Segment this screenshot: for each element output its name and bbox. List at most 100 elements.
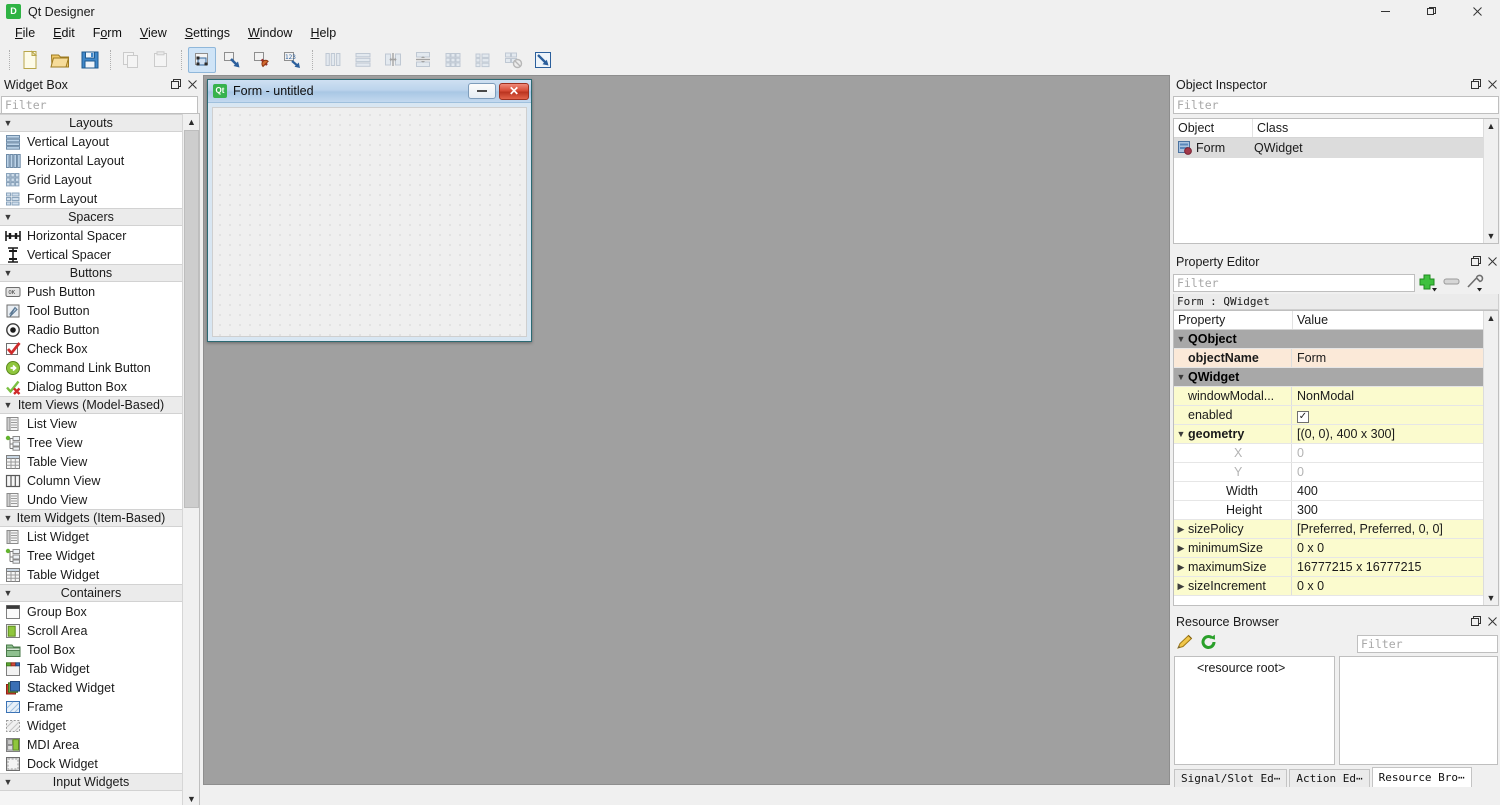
oi-scroll-down-icon[interactable]: ▼	[1487, 229, 1496, 243]
property-row-qobject[interactable]: ▼ QObject	[1174, 330, 1498, 349]
widget-box-item-tab-widget[interactable]: Tab Widget	[0, 659, 182, 678]
property-value[interactable]: ✓	[1292, 408, 1498, 423]
widget-box-scrollbar[interactable]: ▲ ▼	[182, 114, 199, 805]
property-value[interactable]: 400	[1292, 484, 1498, 498]
widget-box-item-undo-view[interactable]: Undo View	[0, 490, 182, 509]
pencil-edit-icon[interactable]	[1176, 634, 1194, 653]
property-row-qwidget[interactable]: ▼ QWidget	[1174, 368, 1498, 387]
add-property-button[interactable]	[1419, 273, 1439, 292]
widget-box-item-mdi-area[interactable]: MDI Area	[0, 735, 182, 754]
property-value[interactable]: 0 x 0	[1292, 541, 1498, 555]
toolbar-button-edit-tab-order[interactable]: 123	[278, 47, 306, 73]
widget-box-item-horizontal-spacer[interactable]: Horizontal Spacer	[0, 226, 182, 245]
chevron-right-icon[interactable]: ▶	[1174, 543, 1188, 554]
bottom-tab-signal-slot-editor[interactable]: Signal/Slot Ed⋯	[1174, 769, 1288, 787]
widget-box-close-button[interactable]	[184, 77, 200, 93]
window-minimize-button[interactable]	[1362, 0, 1408, 23]
resource-browser-float-button[interactable]	[1468, 614, 1484, 630]
chevron-right-icon[interactable]: ▶	[1174, 524, 1188, 535]
toolbar-button-edit-buddies[interactable]	[248, 47, 276, 73]
property-value[interactable]: NonModal	[1292, 389, 1498, 403]
form-canvas[interactable]	[212, 107, 527, 337]
widget-box-item-column-view[interactable]: Column View	[0, 471, 182, 490]
property-row-sizeincrement[interactable]: ▶ sizeIncrement 0 x 0	[1174, 577, 1498, 596]
widget-box-category-spacers[interactable]: ▼ Spacers	[0, 208, 182, 226]
widget-box-item-tree-view[interactable]: Tree View	[0, 433, 182, 452]
widget-box-item-check-box[interactable]: Check Box	[0, 339, 182, 358]
configure-property-button[interactable]	[1465, 273, 1485, 292]
widget-box-item-dialog-button-box[interactable]: Dialog Button Box	[0, 377, 182, 396]
object-inspector-scrollbar[interactable]: ▲ ▼	[1483, 119, 1498, 243]
object-inspector-filter-input[interactable]: Filter	[1173, 96, 1499, 114]
widget-box-item-dock-widget[interactable]: Dock Widget	[0, 754, 182, 773]
chevron-right-icon[interactable]: ▶	[1174, 562, 1188, 573]
remove-property-button[interactable]	[1443, 273, 1461, 292]
toolbar-button-edit-signals-slots[interactable]	[218, 47, 246, 73]
property-value[interactable]: 300	[1292, 503, 1498, 517]
chevron-down-icon[interactable]: ▼	[0, 513, 16, 523]
widget-box-item-table-widget[interactable]: Table Widget	[0, 565, 182, 584]
column-header-class[interactable]: Class	[1252, 119, 1498, 137]
chevron-right-icon[interactable]: ▶	[1174, 581, 1188, 592]
property-row-x[interactable]: X0	[1174, 444, 1498, 463]
column-header-value[interactable]: Value	[1292, 311, 1498, 329]
chevron-down-icon[interactable]: ▼	[0, 400, 16, 410]
property-editor-float-button[interactable]	[1468, 254, 1484, 270]
menu-item-file[interactable]: File	[6, 24, 44, 43]
widget-box-item-form-layout[interactable]: Form Layout	[0, 189, 182, 208]
property-editor-table[interactable]: Property Value ▼ QObject objectName Form ▼ QW…	[1173, 310, 1499, 606]
chevron-down-icon[interactable]: ▼	[1174, 372, 1188, 382]
widget-box-filter-input[interactable]: Filter	[1, 96, 198, 114]
object-inspector-row[interactable]: Form QWidget	[1174, 138, 1498, 158]
object-inspector-float-button[interactable]	[1468, 77, 1484, 93]
resource-preview-pane[interactable]	[1339, 656, 1498, 765]
widget-box-item-scroll-area[interactable]: Scroll Area	[0, 621, 182, 640]
bottom-tab-resource-browser[interactable]: Resource Bro⋯	[1371, 767, 1472, 787]
property-row-minimumsize[interactable]: ▶ minimumSize 0 x 0	[1174, 539, 1498, 558]
window-maximize-button[interactable]	[1408, 0, 1454, 23]
widget-box-item-push-button[interactable]: OK Push Button	[0, 282, 182, 301]
resource-browser-filter-input[interactable]: Filter	[1357, 634, 1498, 653]
menu-item-settings[interactable]: Settings	[176, 24, 239, 43]
property-value[interactable]: [(0, 0), 400 x 300]	[1292, 427, 1498, 441]
property-row-geometry[interactable]: ▼ geometry [(0, 0), 400 x 300]	[1174, 425, 1498, 444]
widget-box-item-frame[interactable]: Frame	[0, 697, 182, 716]
property-value[interactable]: 0	[1292, 465, 1498, 479]
bottom-tab-action-editor[interactable]: Action Ed⋯	[1289, 769, 1370, 787]
widget-box-scroll-up-icon[interactable]: ▲	[183, 114, 199, 129]
property-row-maximumsize[interactable]: ▶ maximumSize 16777215 x 16777215	[1174, 558, 1498, 577]
menu-item-help[interactable]: Help	[301, 24, 345, 43]
widget-box-category-layouts[interactable]: ▼ Layouts	[0, 114, 182, 132]
toolbar-button-save-form[interactable]	[76, 47, 104, 73]
form-minimize-button[interactable]	[468, 83, 496, 99]
pe-scroll-up-icon[interactable]: ▲	[1487, 311, 1496, 325]
reload-icon[interactable]	[1200, 634, 1218, 653]
oi-scroll-up-icon[interactable]: ▲	[1487, 119, 1496, 133]
property-row-height[interactable]: Height 300	[1174, 501, 1498, 520]
property-row-windowmodal[interactable]: windowModal... NonModal	[1174, 387, 1498, 406]
widget-box-category-item-widgets-item-based[interactable]: ▼ Item Widgets (Item-Based)	[0, 509, 182, 527]
resource-tree-pane[interactable]: <resource root>	[1174, 656, 1335, 765]
property-row-enabled[interactable]: enabled ✓	[1174, 406, 1498, 425]
chevron-down-icon[interactable]: ▼	[0, 118, 16, 128]
column-header-property[interactable]: Property	[1174, 311, 1292, 329]
widget-box-scroll-down-icon[interactable]: ▼	[183, 791, 199, 805]
form-close-button[interactable]: ✕	[499, 82, 529, 100]
property-value[interactable]: Form	[1292, 351, 1498, 365]
chevron-down-icon[interactable]: ▼	[0, 212, 16, 222]
widget-box-item-horizontal-layout[interactable]: Horizontal Layout	[0, 151, 182, 170]
property-row-width[interactable]: Width 400	[1174, 482, 1498, 501]
widget-box-scroll-thumb[interactable]	[184, 130, 199, 508]
property-editor-filter-input[interactable]: Filter	[1173, 273, 1415, 292]
property-row-sizepolicy[interactable]: ▶ sizePolicy [Preferred, Preferred, 0, 0]	[1174, 520, 1498, 539]
mdi-workspace[interactable]: Qt Form - untitled ✕	[203, 75, 1170, 785]
property-value[interactable]: 16777215 x 16777215	[1292, 560, 1498, 574]
object-inspector-close-button[interactable]	[1484, 77, 1500, 93]
property-row-y[interactable]: Y0	[1174, 463, 1498, 482]
property-editor-close-button[interactable]	[1484, 254, 1500, 270]
widget-box-item-grid-layout[interactable]: Grid Layout	[0, 170, 182, 189]
widget-box-category-input-widgets[interactable]: ▼ Input Widgets	[0, 773, 182, 791]
pe-scroll-down-icon[interactable]: ▼	[1487, 591, 1496, 605]
widget-box-item-widget[interactable]: Widget	[0, 716, 182, 735]
chevron-right-icon[interactable]: ▼	[0, 777, 16, 787]
